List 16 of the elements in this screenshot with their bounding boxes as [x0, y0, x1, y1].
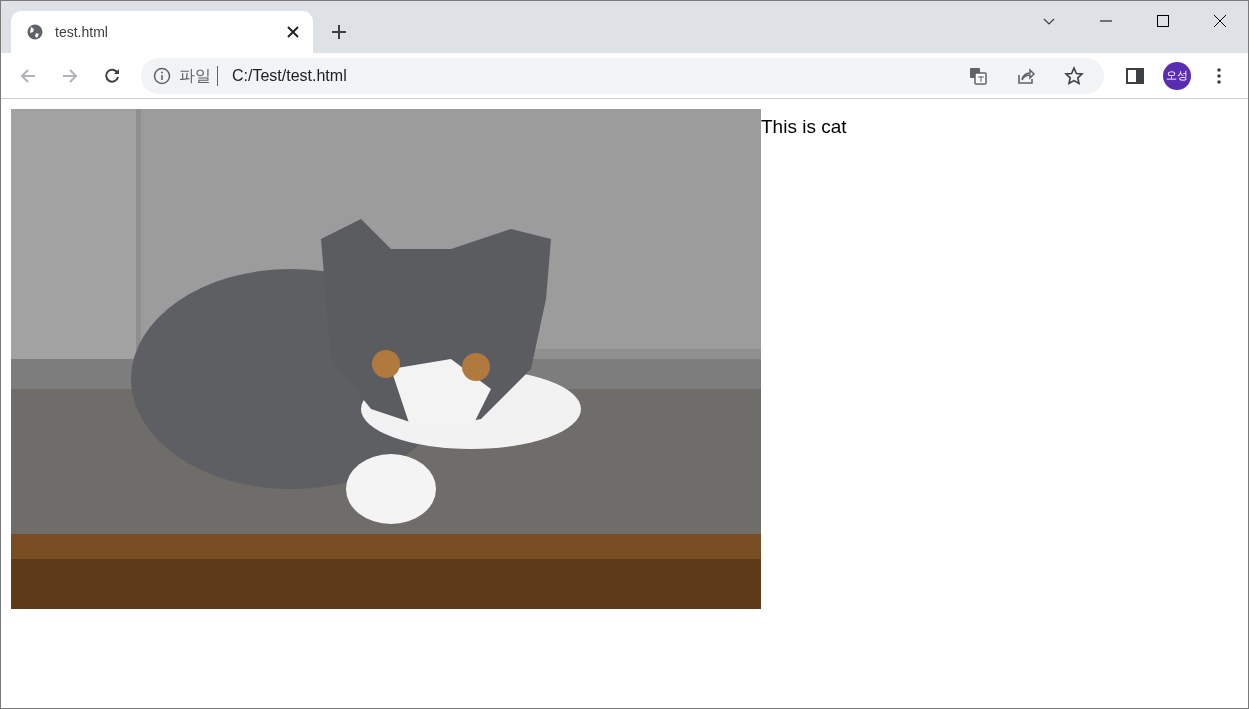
translate-icon[interactable] — [968, 65, 988, 86]
close-icon[interactable] — [1211, 13, 1228, 29]
star-icon[interactable] — [1064, 65, 1084, 86]
url-text: C:/Test/test.html — [232, 65, 348, 86]
maximize-icon[interactable] — [1154, 13, 1171, 29]
close-icon[interactable] — [287, 26, 299, 38]
plus-icon[interactable] — [331, 24, 347, 40]
browser-tab[interactable]: test.html — [11, 11, 313, 53]
globe-icon — [27, 24, 43, 40]
share-icon[interactable] — [1016, 65, 1036, 86]
address-bar[interactable]: 파일 C:/Test/test.html — [141, 57, 1104, 94]
caption-text: This is cat — [761, 115, 847, 139]
scheme-label: 파일 — [179, 65, 211, 86]
info-icon[interactable] — [153, 66, 171, 85]
profile-avatar[interactable]: 오성 — [1163, 61, 1191, 90]
side-panel-icon[interactable] — [1125, 65, 1145, 86]
